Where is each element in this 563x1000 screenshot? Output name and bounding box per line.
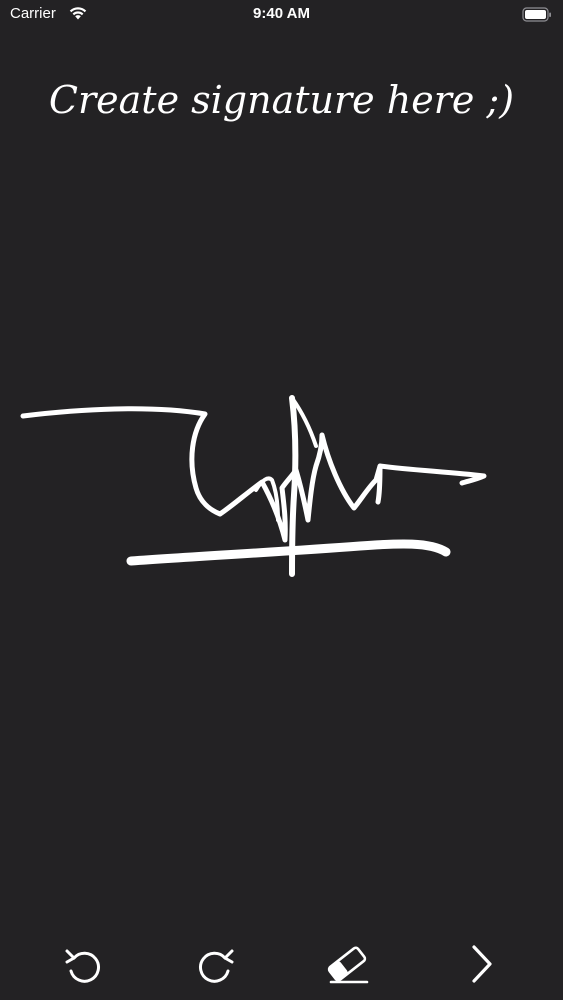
redo-icon [196,944,236,984]
page-title: Create signature here ;) [48,78,515,122]
redo-button[interactable] [188,938,244,990]
status-bar: Carrier 9:40 AM [0,0,563,30]
signature-drawing [20,395,487,577]
signature-canvas[interactable] [0,140,563,920]
eraser-icon [323,942,371,986]
toolbar [0,930,563,1000]
battery-icon [522,6,552,24]
undo-button[interactable] [55,938,111,990]
eraser-button[interactable] [319,938,375,990]
next-button[interactable] [453,938,509,990]
status-time: 9:40 AM [253,5,310,22]
signature-stroke [126,539,451,566]
chevron-right-icon [466,943,496,985]
signature-stroke [20,406,487,543]
undo-icon [63,944,103,984]
